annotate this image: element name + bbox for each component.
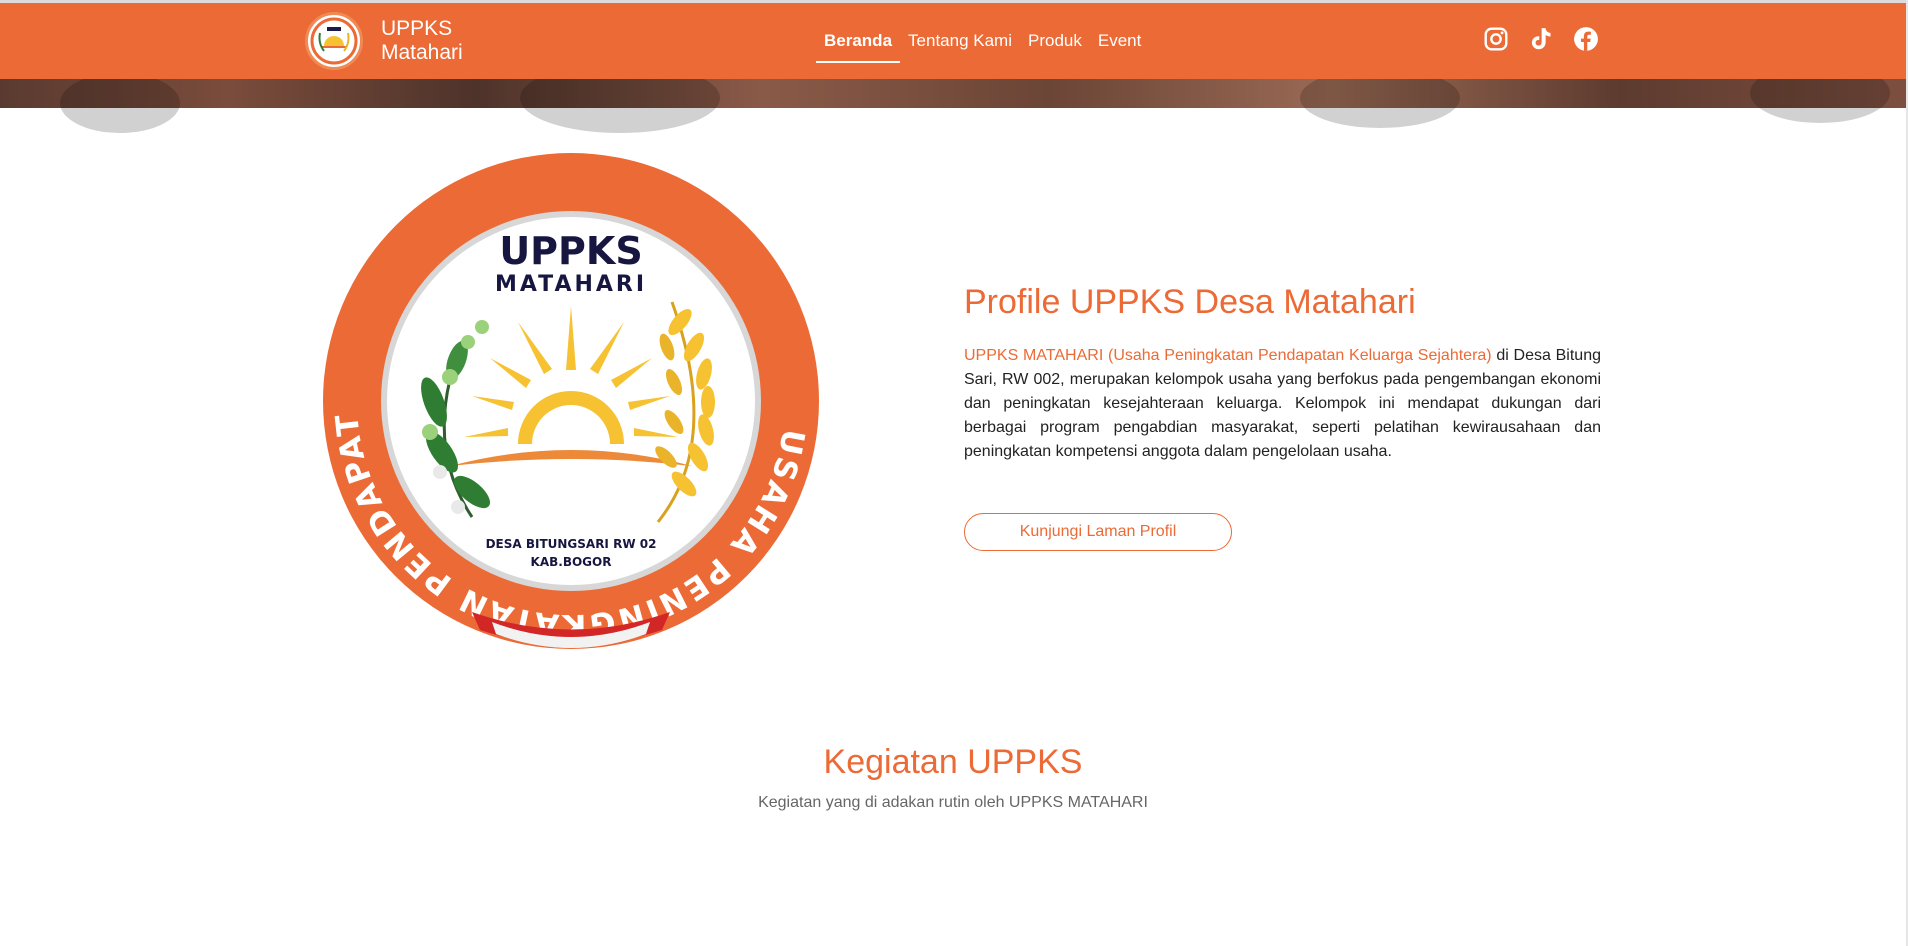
nav-link-produk[interactable]: Produk bbox=[1020, 3, 1090, 79]
profile-title: Profile UPPKS Desa Matahari bbox=[964, 283, 1416, 321]
emblem-location-line1: DESA BITUNGSARI RW 02 bbox=[486, 537, 657, 551]
profile-highlight: UPPKS MATAHARI (Usaha Peningkatan Pendap… bbox=[964, 347, 1492, 364]
nav-link-tentang-kami[interactable]: Tentang Kami bbox=[900, 3, 1020, 79]
instagram-icon[interactable] bbox=[1483, 26, 1509, 52]
nav-link-event[interactable]: Event bbox=[1090, 3, 1149, 79]
navbar: UPPKS Matahari Beranda Tentang Kami Prod… bbox=[0, 3, 1906, 79]
emblem-title: UPPKS bbox=[499, 229, 642, 273]
brand-name[interactable]: UPPKS Matahari bbox=[381, 17, 501, 65]
uppks-emblem: USAHA PENINGKATAN PENDAPATAN KELUARGA SE… bbox=[308, 124, 820, 650]
emblem-location-line2: KAB.BOGOR bbox=[531, 555, 612, 569]
uppks-logo-icon[interactable] bbox=[305, 12, 363, 70]
kegiatan-subtitle: Kegiatan yang di adakan rutin oleh UPPKS… bbox=[758, 794, 1148, 811]
visit-profile-button[interactable]: Kunjungi Laman Profil bbox=[964, 513, 1232, 551]
profile-description: UPPKS MATAHARI (Usaha Peningkatan Pendap… bbox=[964, 344, 1601, 464]
facebook-icon[interactable] bbox=[1573, 26, 1599, 52]
tiktok-icon[interactable] bbox=[1528, 26, 1554, 52]
social-links bbox=[1483, 26, 1599, 52]
nav-links: Beranda Tentang Kami Produk Event bbox=[816, 3, 1149, 79]
brand-name-line1: UPPKS bbox=[381, 17, 453, 40]
nav-link-beranda[interactable]: Beranda bbox=[816, 3, 901, 79]
kegiatan-title: Kegiatan UPPKS bbox=[823, 743, 1083, 781]
emblem-subtitle: MATAHARI bbox=[495, 272, 647, 297]
brand-name-line2: Matahari bbox=[381, 41, 463, 64]
hero-shadow bbox=[60, 73, 180, 133]
